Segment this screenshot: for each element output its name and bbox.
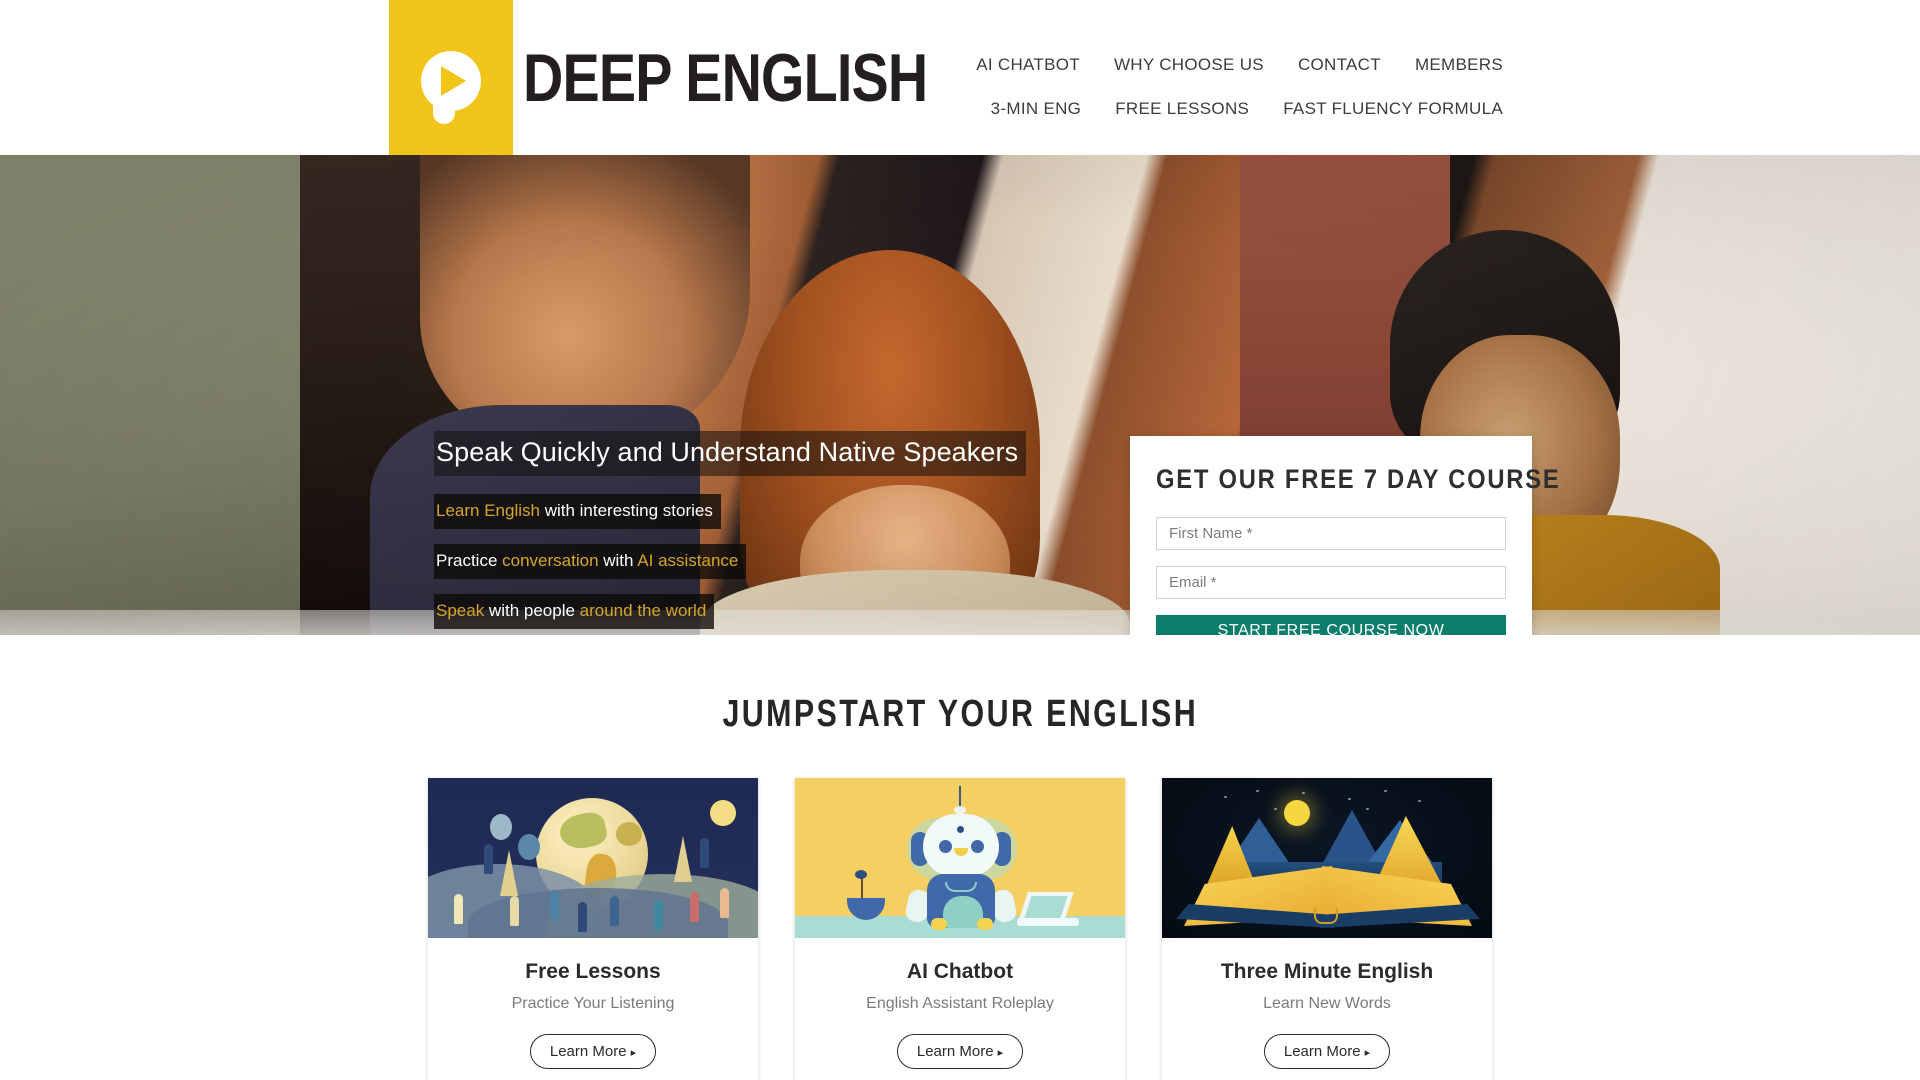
open-book-mountains-illustration	[1162, 778, 1492, 938]
hero-banner: Speak Quickly and Understand Native Spea…	[0, 155, 1920, 635]
arrow-right-icon: ▸	[997, 1047, 1004, 1059]
hero-bullet-3: Speak with people around the world	[434, 594, 715, 629]
hero-bullet-1-part-2: with interesting stories	[539, 501, 713, 520]
jumpstart-title: JUMPSTART YOUR ENGLISH	[0, 693, 1920, 736]
hero-bullet-list: Learn English with interesting stories P…	[434, 494, 747, 635]
nav-item-why-choose-us[interactable]: WHY CHOOSE US	[1097, 55, 1281, 75]
main-navigation: AI CHATBOT WHY CHOOSE US CONTACT MEMBERS…	[960, 55, 1920, 119]
hero-bullet-2-part-1: Practice	[436, 551, 503, 570]
card-subtitle: English Assistant Roleplay	[866, 995, 1054, 1012]
hero-bullet-2-part-2: conversation	[502, 551, 599, 570]
card-title: Three Minute English	[1220, 960, 1434, 983]
nav-item-ai-chatbot[interactable]: AI CHATBOT	[959, 55, 1097, 75]
hero-bullet-3-part-3: around the world	[579, 601, 707, 620]
card-title: Free Lessons	[525, 960, 661, 983]
learn-more-label: Learn More	[916, 1043, 994, 1060]
hero-bullet-2-part-3: with	[598, 551, 638, 570]
jumpstart-section: JUMPSTART YOUR ENGLISH Free Lessons Prac…	[0, 635, 1920, 1080]
card-free-lessons[interactable]: Free Lessons Practice Your Listening Lea…	[428, 778, 758, 1080]
card-body: Three Minute English Learn New Words Lea…	[1162, 938, 1492, 1080]
hero-bullet-2-part-4: AI assistance	[637, 551, 739, 570]
jumpstart-title-text: JUMPSTART YOUR ENGLISH	[722, 693, 1198, 735]
hero-headline: Speak Quickly and Understand Native Spea…	[434, 431, 1027, 476]
nav-item-fast-fluency-formula[interactable]: FAST FLUENCY FORMULA	[1266, 99, 1520, 119]
hero-background-photo	[0, 155, 1920, 635]
nav-item-3-min-eng[interactable]: 3-MIN ENG	[974, 99, 1099, 119]
email-input[interactable]	[1156, 566, 1506, 599]
nav-item-contact[interactable]: CONTACT	[1281, 55, 1398, 75]
robot-illustration	[795, 778, 1125, 938]
card-ai-chatbot[interactable]: AI Chatbot English Assistant Roleplay Le…	[795, 778, 1125, 1080]
play-icon	[441, 66, 466, 96]
jumpstart-card-list: Free Lessons Practice Your Listening Lea…	[0, 778, 1920, 1080]
card-subtitle: Practice Your Listening	[511, 995, 675, 1012]
speech-bubble-tail-icon	[433, 100, 455, 124]
site-header: DEEP ENGLISH AI CHATBOT WHY CHOOSE US CO…	[0, 0, 1920, 155]
globe-and-people-illustration	[428, 778, 758, 938]
card-title: AI Chatbot	[906, 960, 1014, 983]
site-logo[interactable]: DEEP ENGLISH	[389, 0, 1016, 155]
logo-wordmark: DEEP ENGLISH	[523, 39, 928, 116]
card-three-minute-english[interactable]: Three Minute English Learn New Words Lea…	[1162, 778, 1492, 1080]
learn-more-label: Learn More	[1283, 1043, 1361, 1060]
nav-item-members[interactable]: MEMBERS	[1398, 55, 1520, 75]
card-subtitle: Learn New Words	[1263, 995, 1391, 1012]
card-body: Free Lessons Practice Your Listening Lea…	[428, 938, 758, 1080]
nav-row-primary: AI CHATBOT WHY CHOOSE US CONTACT MEMBERS	[960, 55, 1520, 75]
learn-more-button-ai-chatbot[interactable]: Learn More ▸	[896, 1034, 1024, 1069]
logo-badge	[389, 0, 513, 155]
nav-item-free-lessons[interactable]: FREE LESSONS	[1098, 99, 1266, 119]
hero-bullet-1: Learn English with interesting stories	[434, 494, 721, 529]
start-free-course-button[interactable]: START FREE COURSE NOW	[1156, 615, 1506, 635]
signup-form-card: GET OUR FREE 7 DAY COURSE START FREE COU…	[1130, 436, 1561, 635]
hero-bullet-1-part-1: Learn English	[436, 501, 540, 520]
hero-text-block: Speak Quickly and Understand Native Spea…	[434, 431, 1027, 635]
nav-row-secondary: 3-MIN ENG FREE LESSONS FAST FLUENCY FORM…	[960, 99, 1520, 119]
card-body: AI Chatbot English Assistant Roleplay Le…	[795, 938, 1125, 1080]
learn-more-button-three-minute-english[interactable]: Learn More ▸	[1263, 1034, 1391, 1069]
hero-bullet-2: Practice conversation with AI assistance	[434, 544, 747, 579]
learn-more-label: Learn More	[549, 1043, 627, 1060]
signup-title: GET OUR FREE 7 DAY COURSE	[1156, 464, 1561, 494]
hero-bullet-3-part-2: with people	[484, 601, 580, 620]
first-name-input[interactable]	[1156, 517, 1506, 550]
arrow-right-icon: ▸	[1364, 1047, 1371, 1059]
learn-more-button-free-lessons[interactable]: Learn More ▸	[529, 1034, 657, 1069]
arrow-right-icon: ▸	[630, 1047, 637, 1059]
hero-bullet-3-part-1: Speak	[436, 601, 485, 620]
